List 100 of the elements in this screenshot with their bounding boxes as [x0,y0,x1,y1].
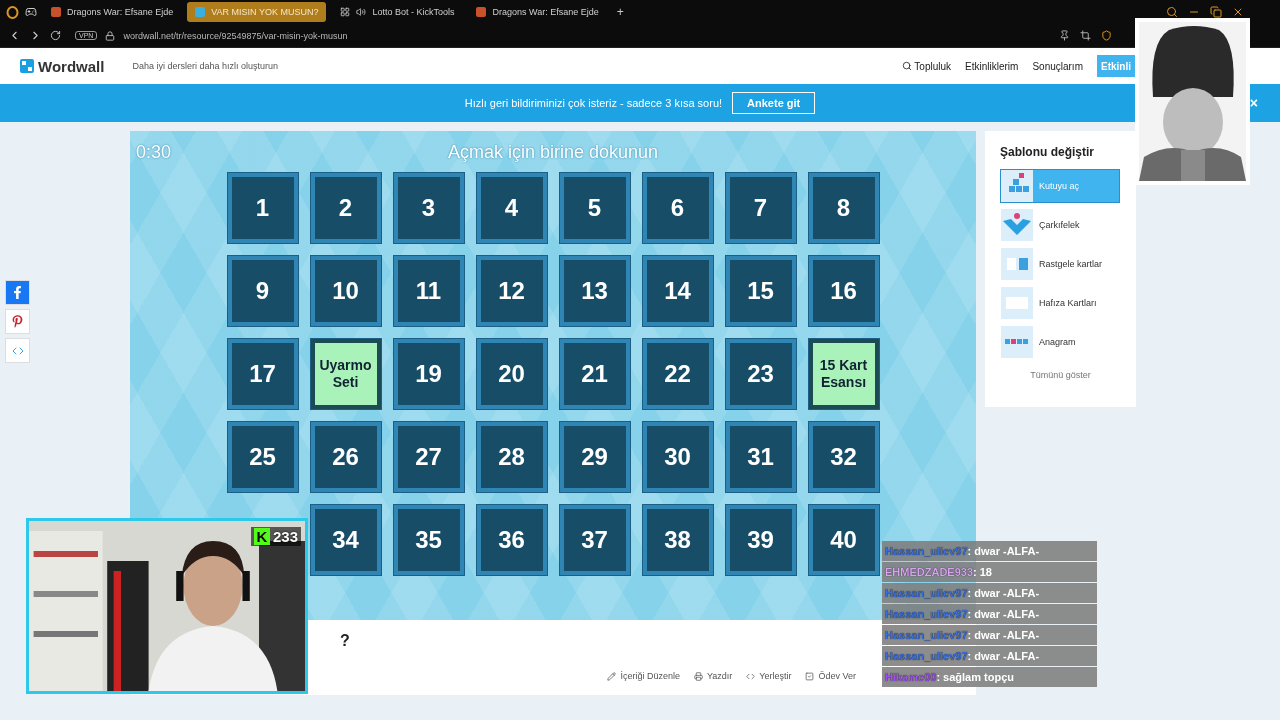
nav-link[interactable]: Sonuçlarım [1032,60,1083,72]
template-item[interactable]: Rastgele kartlar [1000,247,1120,281]
revealed-box[interactable]: 15 Kart Esansı [808,339,879,409]
template-thumbnail-icon [1001,326,1033,358]
tagline: Daha iyi dersleri daha hızlı oluşturun [132,61,278,71]
browser-tab[interactable]: Lotto Bot - KickTools [332,2,463,22]
numbered-box[interactable]: 5 [559,173,630,243]
address-field[interactable]: wordwall.net/tr/resource/92549875/var-misin-yok-musun [123,30,348,41]
numbered-box[interactable]: 6 [642,173,713,243]
pencil-icon [607,671,617,681]
revealed-box[interactable]: Uyarmo Seti [310,339,381,409]
game-instruction: Açmak için birine dokunun [447,141,659,163]
numbered-box[interactable]: 9 [227,256,298,326]
numbered-box[interactable]: 19 [393,339,464,409]
numbered-box[interactable]: 20 [476,339,547,409]
numbered-box[interactable]: 22 [642,339,713,409]
action-link[interactable]: Ödev Ver [805,671,856,681]
pin-icon[interactable] [1059,30,1070,41]
new-tab-button[interactable]: + [612,5,628,19]
chat-username: Hassan_uliev97 [885,608,968,620]
numbered-box[interactable]: 36 [476,505,547,575]
printer-icon [693,671,703,681]
chat-username: Hassan_uliev97 [885,545,968,557]
chat-username: Hassan_uliev97 [885,587,968,599]
facebook-icon [11,286,24,299]
numbered-box[interactable]: 23 [725,339,796,409]
logo-icon [20,59,34,73]
numbered-box[interactable]: 32 [808,422,879,492]
numbered-box[interactable]: 29 [559,422,630,492]
template-thumbnail-icon [1001,209,1033,241]
numbered-box[interactable]: 38 [642,505,713,575]
numbered-box[interactable]: 13 [559,256,630,326]
numbered-box[interactable]: 15 [725,256,796,326]
template-thumbnail-icon [1001,287,1033,319]
chat-text: : dwar -ALFA- [967,545,1040,557]
chat-text: : dwar -ALFA- [967,608,1040,620]
action-link[interactable]: Yazdır [693,671,733,681]
template-thumbnail-icon [1001,248,1033,280]
pinterest-button[interactable] [5,309,30,334]
code-icon [746,671,756,681]
chat-text: : dwar -ALFA- [967,587,1040,599]
viewer-count: 233 [272,528,298,545]
wordwall-logo[interactable]: Wordwall [20,57,105,75]
numbered-box[interactable]: 16 [808,256,879,326]
template-item[interactable]: Hafıza Kartları [1000,286,1120,320]
numbered-box[interactable]: 2 [310,173,381,243]
numbered-box[interactable]: 10 [310,256,381,326]
numbered-box[interactable]: 11 [393,256,464,326]
numbered-box[interactable]: 27 [393,422,464,492]
numbered-box[interactable]: 1 [227,173,298,243]
numbered-box[interactable]: 30 [642,422,713,492]
chat-username: Hassan_uliev97 [885,650,968,662]
gamepad-icon[interactable] [25,6,37,18]
reload-icon[interactable] [50,30,61,41]
grid-icon [340,7,351,17]
nav-link[interactable]: Topluluk [902,60,952,72]
speaker-icon [356,7,367,17]
close-icon[interactable] [1232,6,1244,18]
show-all-link[interactable]: Tümünü göster [1000,370,1121,380]
numbered-box[interactable]: 4 [476,173,547,243]
numbered-box[interactable]: 14 [642,256,713,326]
numbered-box[interactable]: 12 [476,256,547,326]
chat-text: : dwar -ALFA- [967,650,1040,662]
numbered-box[interactable]: 7 [725,173,796,243]
numbered-box[interactable]: 40 [808,505,879,575]
numbered-box[interactable]: 28 [476,422,547,492]
numbered-box[interactable]: 3 [393,173,464,243]
panel-title: Şablonu değiştir [1000,145,1095,159]
numbered-box[interactable]: 17 [227,339,298,409]
numbered-box[interactable]: 26 [310,422,381,492]
template-item[interactable]: Çarkıfelek [1000,208,1120,242]
shield-icon[interactable] [1101,30,1112,41]
chat-text: : dwar -ALFA- [967,629,1040,641]
numbered-box[interactable]: 31 [725,422,796,492]
action-link[interactable]: Yerleştir [746,671,792,681]
search-icon [902,61,913,71]
numbered-box[interactable]: 34 [310,505,381,575]
opera-logo-icon[interactable] [6,5,19,19]
activity-title: ? [340,632,350,650]
numbered-box[interactable]: 8 [808,173,879,243]
restore-icon[interactable] [1210,6,1222,18]
numbered-box[interactable]: 21 [559,339,630,409]
chat-username: Hassan_uliev97 [885,629,968,641]
browser-tab[interactable]: Dragons War: Efsane Ejde [43,2,182,22]
action-link[interactable]: İçeriği Düzenle [607,671,680,681]
pinterest-icon [11,315,24,328]
banner-text: Hızlı geri bildiriminizi çok isteriz - sadece 3 kısa soru! [464,97,723,109]
snapshot-icon[interactable] [1080,30,1091,41]
template-thumbnail-icon [1001,170,1033,202]
nav-link[interactable]: Etkinliklerim [965,60,1019,72]
numbered-box[interactable]: 25 [227,422,298,492]
template-item[interactable]: Anagram [1000,325,1120,359]
numbered-box[interactable]: 37 [559,505,630,575]
numbered-box[interactable]: 35 [393,505,464,575]
browser-tab[interactable]: Dragons War: Efsane Ejde [468,2,607,22]
search-icon[interactable] [1166,6,1178,18]
facebook-button[interactable] [5,280,30,305]
chat-text: : 18 [973,566,992,578]
numbered-box[interactable]: 39 [725,505,796,575]
timer: 0:30 [136,141,172,163]
